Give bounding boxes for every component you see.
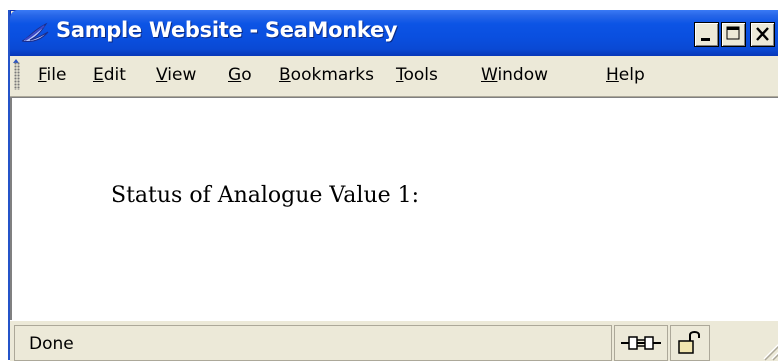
analogue-status-label: Status of Analogue Value 1: [111, 183, 420, 208]
status-text: Done [29, 334, 74, 354]
maximize-icon [726, 26, 740, 40]
page-content: Status of Analogue Value 1: [10, 97, 778, 320]
close-icon [756, 27, 769, 41]
menu-bar: File Edit View Go Bookmarks Tools Window… [10, 56, 778, 97]
menu-tools[interactable]: Tools [396, 65, 438, 85]
browser-window: Sample Website - SeaMonkey File Edit Vie… [8, 10, 778, 361]
toolbar-grip-icon[interactable] [14, 62, 20, 90]
minimize-icon [701, 38, 710, 41]
desktop: Sample Website - SeaMonkey File Edit Vie… [0, 0, 778, 361]
close-button[interactable] [750, 22, 775, 47]
menu-edit[interactable]: Edit [93, 65, 126, 85]
menu-help[interactable]: Help [606, 65, 645, 85]
maximize-button[interactable] [721, 22, 746, 47]
menu-bookmarks[interactable]: Bookmarks [279, 65, 374, 85]
window-title: Sample Website - SeaMonkey [56, 18, 398, 42]
menu-window[interactable]: Window [481, 65, 548, 85]
online-connection-icon [621, 336, 661, 350]
menu-file[interactable]: File [38, 65, 66, 85]
title-bar[interactable]: Sample Website - SeaMonkey [10, 10, 778, 56]
seamonkey-app-icon [21, 22, 49, 42]
menu-view[interactable]: View [156, 65, 196, 85]
security-lock-icon [678, 331, 700, 354]
resize-grip-icon[interactable] [754, 333, 778, 361]
minimize-button[interactable] [694, 22, 719, 47]
status-bar: Done [10, 320, 778, 361]
menu-go[interactable]: Go [228, 65, 252, 85]
